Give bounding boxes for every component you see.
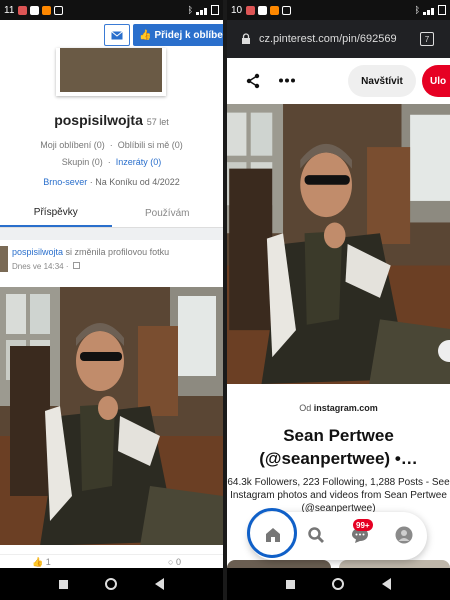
signal-icon	[196, 5, 208, 15]
post-date-text: Dnes ve 14:34 ·	[12, 262, 69, 271]
right-pane: 10 ᛒ cz.pinterest.com/pin/692569 7 Navšt…	[227, 0, 450, 600]
post-date: Dnes ve 14:34 ·	[12, 262, 80, 271]
visit-button[interactable]: Navštívit	[348, 65, 416, 97]
add-favorite-label: Přidej k oblíben	[154, 29, 223, 41]
stats-row-1: Moji oblíbení (0) · Oblíbili si mě (0)	[40, 140, 183, 150]
member-since: · Na Koníku od 4/2022	[89, 177, 180, 187]
post-action-text: si změnila profilovou fotku	[65, 247, 170, 257]
recents-button[interactable]	[285, 579, 295, 589]
profile-tabs: Příspěvky Používám	[0, 200, 223, 228]
notification-badge: 99+	[353, 519, 373, 531]
comment-icon: ○	[168, 557, 174, 567]
status-indicators: ᛒ	[415, 5, 446, 15]
back-button[interactable]	[382, 578, 392, 590]
pin-image[interactable]	[227, 104, 450, 384]
signal-icon	[423, 5, 435, 15]
search-icon[interactable]	[307, 526, 325, 544]
notification-icon	[18, 5, 28, 15]
user-age: 57 let	[146, 117, 169, 127]
android-nav-bar	[0, 568, 223, 600]
groups-link[interactable]: Skupin (0)	[62, 157, 103, 167]
pin-title: Sean Pertwee (@seanpertwee) •…	[259, 426, 418, 468]
pin-description: 64.3k Followers, 223 Following, 1,288 Po…	[227, 477, 450, 514]
favorited-me-link[interactable]: Oblíbili si mě (0)	[118, 140, 183, 150]
status-time: 11	[4, 4, 15, 16]
source-link[interactable]: instagram.com	[314, 403, 378, 413]
pin-source: Od instagram.com	[227, 403, 450, 413]
tab-using[interactable]: Používám	[112, 200, 224, 227]
post-image	[0, 287, 223, 545]
home-button[interactable]	[105, 578, 118, 590]
avatar[interactable]	[56, 48, 166, 96]
profile-toolbar: 👍 Přidej k oblíben	[0, 22, 223, 48]
ads-link[interactable]: Inzeráty (0)	[116, 157, 162, 167]
recents-button[interactable]	[58, 579, 68, 589]
status-bar: 10 ᛒ	[227, 0, 450, 20]
bluetooth-icon: ᛒ	[414, 5, 420, 15]
home-button[interactable]	[332, 578, 345, 590]
android-nav-bar	[227, 568, 450, 600]
pin-actions-bar: Navštívit Ulo	[227, 58, 450, 104]
post-actions: 👍 1 ○ 0	[0, 554, 223, 568]
browser-toolbar: cz.pinterest.com/pin/692569 7	[227, 20, 450, 58]
calendar-icon	[72, 262, 80, 269]
notification-icon	[246, 5, 256, 15]
tab-switcher-button[interactable]: 7	[420, 32, 434, 46]
tab-posts[interactable]: Příspěvky	[0, 200, 112, 227]
location-row: Brno-sever · Na Koníku od 4/2022	[0, 177, 223, 187]
media-icon	[258, 5, 268, 15]
like-icon: 👍	[32, 557, 44, 567]
message-button[interactable]	[104, 24, 130, 46]
comment-count: 0	[175, 557, 181, 567]
bluetooth-icon: ᛒ	[187, 5, 193, 15]
post-header: pospisilwojta si změnila profilovou fotk…	[0, 244, 223, 276]
share-icon[interactable]	[245, 73, 261, 89]
feed-separator	[0, 228, 223, 240]
pin-photo-content	[227, 104, 450, 384]
my-favorites-link[interactable]: Moji oblíbení (0)	[40, 140, 105, 150]
post-photo[interactable]	[0, 287, 223, 545]
url-bar[interactable]: cz.pinterest.com/pin/692569	[231, 25, 411, 53]
battery-icon	[211, 5, 219, 15]
instagram-icon	[282, 5, 292, 15]
app-icon	[270, 5, 280, 15]
comment-button[interactable]: ○ 0	[168, 557, 181, 567]
lock-icon	[242, 33, 250, 44]
media-icon	[30, 5, 40, 15]
app-icon	[42, 5, 52, 15]
status-bar: 11 ᛒ	[0, 0, 223, 20]
username-text: pospisilwojta	[54, 112, 143, 128]
source-prefix: Od	[299, 403, 312, 413]
instagram-icon	[54, 5, 64, 15]
more-icon[interactable]	[279, 78, 295, 83]
profile-username: pospisilwojta 57 let	[0, 112, 223, 128]
battery-icon	[438, 5, 446, 15]
next-content-peek	[227, 560, 450, 568]
left-pane: 11 ᛒ 👍 Přidej k oblíben pospisilwojta 57…	[0, 0, 223, 600]
like-count: 1	[45, 557, 51, 567]
home-icon[interactable]	[264, 526, 282, 544]
thumbs-up-icon: 👍	[139, 29, 152, 41]
post-avatar[interactable]	[0, 246, 8, 272]
add-favorite-button[interactable]: 👍 Přidej k oblíben	[133, 24, 223, 46]
mail-icon	[111, 30, 123, 39]
profile-icon[interactable]	[395, 526, 413, 544]
status-indicators: ᛒ	[188, 5, 219, 15]
post-author-link[interactable]: pospisilwojta	[12, 247, 63, 257]
back-button[interactable]	[155, 578, 165, 590]
location-link[interactable]: Brno-sever	[43, 177, 87, 187]
post-activity: pospisilwojta si změnila profilovou fotk…	[12, 247, 169, 257]
save-pin-button[interactable]: Ulo	[422, 65, 450, 97]
avatar-image	[60, 48, 162, 96]
stats-row-2: Skupin (0) · Inzeráty (0)	[61, 157, 162, 167]
url-text: cz.pinterest.com/pin/692569	[259, 33, 397, 45]
tab-count: 7	[424, 34, 430, 44]
status-time: 10	[231, 4, 243, 16]
like-button[interactable]: 👍 1	[32, 557, 51, 568]
